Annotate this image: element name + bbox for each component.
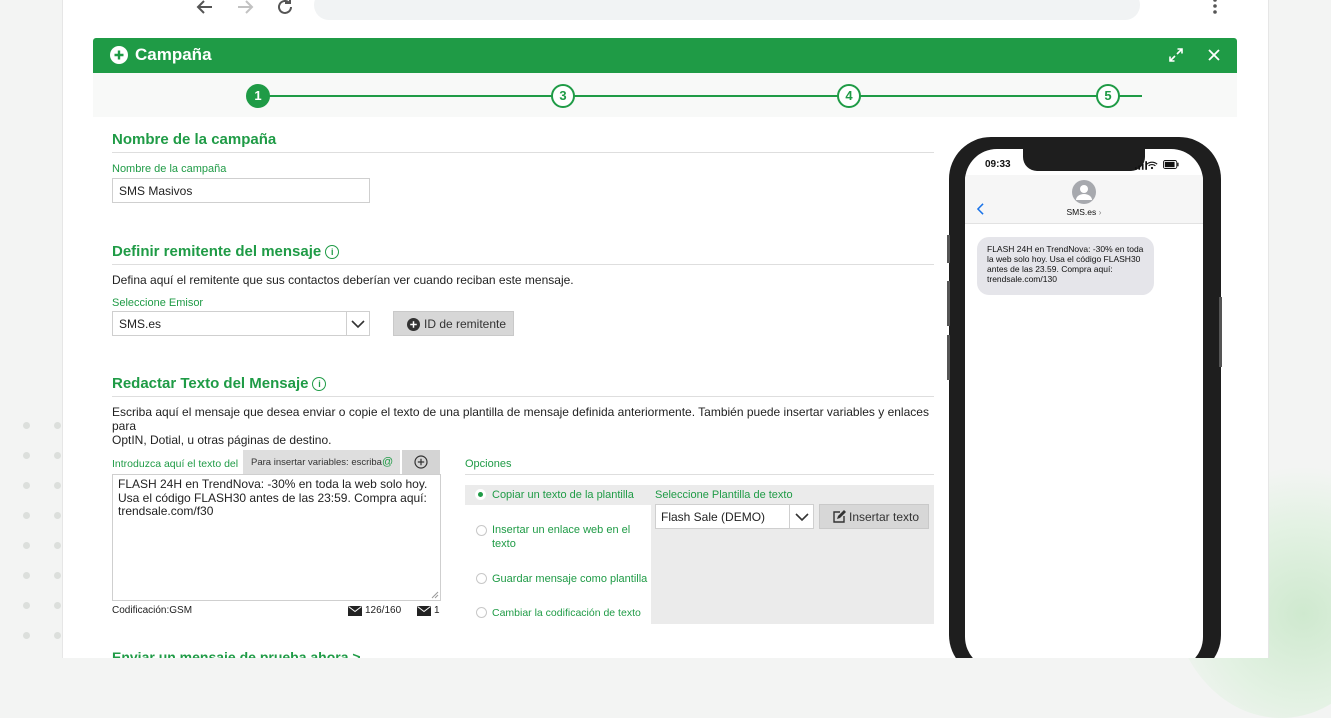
phone-side-button: [947, 235, 950, 263]
message-header: SMS.es ›: [965, 175, 1203, 224]
chevron-right-icon: ›: [1096, 207, 1102, 217]
modal-title: Campaña: [135, 45, 212, 64]
sender-select[interactable]: SMS.es: [112, 311, 370, 336]
insert-text-button[interactable]: Insertar texto: [819, 504, 929, 529]
sender-select-label: Seleccione Emisor: [112, 297, 204, 309]
select-divider: [346, 312, 347, 335]
message-section-title: Redactar Texto del Mensaje i: [112, 375, 327, 392]
encoding-label: Codificación:GSM: [112, 605, 193, 616]
message-textarea[interactable]: FLASH 24H en TrendNova: -30% en toda la …: [112, 474, 441, 601]
send-test-link[interactable]: Enviar un mensaje de prueba ahora >: [112, 649, 361, 658]
sms-count-icon: [417, 606, 431, 616]
expand-icon[interactable]: [1167, 46, 1185, 64]
avatar-icon: [1072, 180, 1096, 204]
message-description-line2: OptIN, Dotial, u otras páginas de destin…: [112, 433, 332, 447]
step-4[interactable]: 4: [837, 84, 861, 108]
step-connector: [268, 95, 1142, 97]
chevron-down-icon[interactable]: [351, 319, 365, 329]
campaign-name-input[interactable]: SMS Masivos: [112, 178, 370, 203]
add-variable-button[interactable]: [402, 450, 440, 474]
divider: [112, 396, 934, 397]
radio-copy-template[interactable]: [475, 489, 486, 500]
phone-time: 09:33: [985, 159, 1011, 170]
sender-description: Defina aquí el remitente que sus contact…: [112, 273, 574, 287]
phone-notch: [1023, 149, 1145, 171]
chevron-down-icon[interactable]: [795, 512, 809, 522]
close-icon[interactable]: [1205, 46, 1223, 64]
step-5[interactable]: 5: [1096, 84, 1120, 108]
browser-toolbar: [63, 0, 1268, 30]
info-icon[interactable]: i: [325, 245, 340, 259]
resize-handle-icon[interactable]: [431, 591, 439, 599]
sms-count: 1: [434, 605, 440, 616]
radio-save-template[interactable]: [476, 573, 487, 584]
template-select-label: Seleccione Plantilla de texto: [655, 489, 793, 501]
campaign-name-label: Nombre de la campaña: [112, 163, 227, 175]
phone-side-button: [947, 281, 950, 326]
phone-side-button: [1219, 297, 1222, 367]
sender-id-label: ID de remitente: [424, 317, 507, 331]
at-icon: @: [381, 456, 394, 468]
phone-side-button: [947, 335, 950, 380]
option-change-encoding-label[interactable]: Cambiar la codificación de texto: [492, 606, 641, 620]
radio-insert-link[interactable]: [476, 525, 487, 536]
sender-selected-value: SMS.es: [119, 317, 162, 331]
contact-name[interactable]: SMS.es ›: [965, 207, 1203, 217]
options-title: Opciones: [465, 458, 512, 470]
option-insert-link-label[interactable]: Insertar un enlace web en el texto: [492, 523, 632, 551]
step-3[interactable]: 3: [551, 84, 575, 108]
message-input-label: Introduzca aquí el texto del m: [112, 458, 238, 470]
modal-header: Campaña: [93, 38, 1237, 73]
forward-arrow-icon[interactable]: [232, 0, 258, 20]
sender-title-text: Definir remitente del mensaje: [112, 243, 322, 260]
add-circle-icon: [414, 455, 428, 469]
address-bar[interactable]: [314, 0, 1140, 20]
add-circle-icon: [110, 46, 128, 64]
message-description: Escriba aquí el mensaje que desea enviar…: [112, 405, 934, 447]
phone-preview: 09:33 SMS.es › FLASH 24H en TrendNova: -…: [947, 137, 1222, 658]
phone-screen: 09:33 SMS.es › FLASH 24H en TrendNova: -…: [965, 149, 1203, 658]
info-icon[interactable]: i: [312, 377, 327, 391]
template-select[interactable]: Flash Sale (DEMO): [655, 504, 814, 529]
reload-icon[interactable]: [272, 0, 298, 20]
divider: [465, 474, 934, 475]
edit-icon: [833, 510, 846, 523]
sms-bubble: FLASH 24H en TrendNova: -30% en toda la …: [977, 237, 1154, 295]
divider: [112, 152, 934, 153]
browser-window: Campaña 1 3 4 5 Nombre de la campaña Nom…: [62, 0, 1269, 658]
step-progress: 1 3 4 5: [93, 73, 1237, 117]
envelope-icon: [348, 606, 362, 616]
campaign-name-title: Nombre de la campaña: [112, 131, 277, 148]
divider: [112, 264, 934, 265]
template-selected-value: Flash Sale (DEMO): [661, 510, 766, 524]
char-count: 126/160: [365, 605, 402, 616]
step-1[interactable]: 1: [246, 84, 270, 108]
contact-name-text: SMS.es: [1066, 207, 1097, 217]
insert-text-label: Insertar texto: [849, 510, 920, 524]
battery-icon: [1163, 160, 1179, 169]
variables-hint: Para insertar variables: escriba@: [243, 450, 400, 474]
sender-section-title: Definir remitente del mensaje i: [112, 243, 340, 260]
variables-hint-text: Para insertar variables: escriba: [251, 457, 382, 468]
browser-menu-icon[interactable]: [1210, 0, 1220, 16]
wifi-icon: [1146, 161, 1158, 170]
back-arrow-icon[interactable]: [192, 0, 218, 20]
option-copy-template-label[interactable]: Copiar un texto de la plantilla: [492, 488, 634, 502]
option-save-template-label[interactable]: Guardar mensaje como plantilla: [492, 572, 647, 586]
message-description-line1: Escriba aquí el mensaje que desea enviar…: [112, 405, 929, 433]
sender-id-button[interactable]: ID de remitente: [393, 311, 514, 336]
add-circle-icon: [407, 318, 420, 331]
radio-change-encoding[interactable]: [476, 607, 487, 618]
select-divider: [789, 505, 790, 528]
message-title-text: Redactar Texto del Mensaje: [112, 375, 309, 392]
